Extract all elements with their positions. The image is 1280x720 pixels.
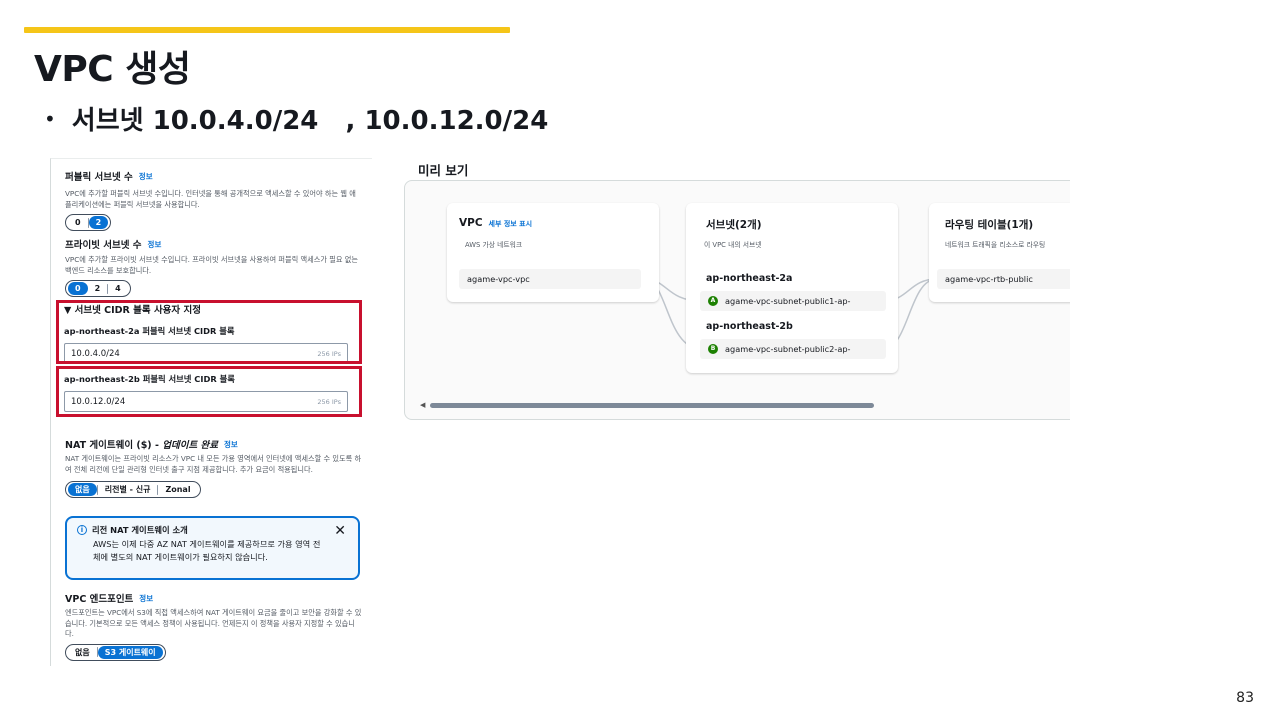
subnet-item-b: B agame-vpc-subnet-public2-ap- — [700, 339, 886, 359]
info-link[interactable]: 정보 — [148, 239, 162, 250]
route-table-item: agame-vpc-rtb-public — [937, 269, 1070, 289]
subnet-item-a: A agame-vpc-subnet-public1-ap- — [700, 291, 886, 311]
endpoint-option-s3[interactable]: S3 게이트웨이 — [97, 645, 163, 659]
endpoint-label: VPC 엔드포인트 — [65, 594, 134, 605]
subnet-name-b: agame-vpc-subnet-public2-ap- — [725, 344, 851, 354]
private-subnet-description: VPC에 추가할 프라이빗 서브넷 수입니다. 프라이빗 서브넷을 사용하여 퍼… — [65, 255, 358, 275]
info-link[interactable]: 정보 — [139, 593, 153, 604]
zone-a-badge: A — [708, 296, 718, 306]
route-tables-card: 라우팅 테이블(1개) 네트워크 트래픽을 리소스로 라우팅 agame-vpc… — [929, 203, 1070, 302]
az-label-2b: ap-northeast-2b — [706, 321, 793, 332]
route-tables-card-subtitle: 네트워크 트래픽을 리소스로 라우팅 — [945, 241, 1046, 249]
info-link[interactable]: 정보 — [139, 171, 153, 182]
vpc-endpoint-toggle[interactable]: 없음 S3 게이트웨이 — [65, 643, 166, 661]
vpc-settings-panel: 퍼블릭 서브넷 수 정보 VPC에 추가할 퍼블릭 서브넷 수입니다. 인터넷을 … — [50, 158, 372, 666]
route-tables-card-title: 라우팅 테이블(1개) — [945, 219, 1034, 231]
subnet-name-a: agame-vpc-subnet-public1-ap- — [725, 296, 851, 306]
alert-body: AWS는 이제 다중 AZ NAT 게이트웨이를 제공하므로 가용 영역 전체에… — [93, 539, 321, 562]
slide-title: VPC 생성 — [34, 49, 191, 90]
preview-panel: 미리 보기 VPC 세부 정보 표시 AWS 가상 네트워크 agame-vpc-… — [404, 150, 1070, 422]
alert-title: 리전 NAT 게이트웨이 소개 — [92, 525, 188, 535]
public-option-2[interactable]: 2 — [88, 216, 109, 229]
nat-gateway-toggle[interactable]: 없음 리전별 - 신규 Zonal — [65, 481, 201, 498]
slide-bullet: • 서브넷 10.0.4.0/24 , 10.0.12.0/24 — [44, 100, 548, 137]
private-option-0[interactable]: 0 — [68, 282, 88, 295]
zone-b-badge: B — [708, 344, 718, 354]
vpc-item: agame-vpc-vpc — [459, 269, 641, 289]
endpoint-option-none[interactable]: 없음 — [68, 646, 97, 659]
public-subnet-label: 퍼블릭 서브넷 수 — [65, 172, 133, 183]
private-subnet-section: 프라이빗 서브넷 수 정보 VPC에 추가할 프라이빗 서브넷 수입니다. 프라이… — [65, 237, 362, 297]
nat-gateway-section: NAT 게이트웨이 ($) - 업데이트 완료 정보 NAT 게이트웨이는 프라이… — [65, 437, 362, 498]
info-icon: i — [77, 525, 87, 535]
public-subnet-description: VPC에 추가할 퍼블릭 서브넷 수입니다. 인터넷을 통해 공개적으로 액세스… — [65, 189, 356, 209]
private-subnet-label: 프라이빗 서브넷 수 — [65, 240, 142, 251]
bullet-text: 서브넷 10.0.4.0/24 , 10.0.12.0/24 — [71, 106, 549, 136]
close-icon[interactable]: ✕ — [334, 523, 346, 539]
nat-label-status: 업데이트 완료 — [162, 440, 218, 451]
vpc-card-subtitle: AWS 가상 네트워크 — [465, 241, 523, 249]
highlight-box-2b — [56, 366, 362, 417]
nat-description: NAT 게이트웨이는 프라이빗 리소스가 VPC 내 모든 가용 영역에서 인터… — [65, 454, 362, 474]
preview-title: 미리 보기 — [418, 163, 469, 178]
nat-label: NAT 게이트웨이 ($) - 업데이트 완료 — [65, 437, 218, 451]
public-option-0[interactable]: 0 — [68, 216, 88, 229]
nat-option-regional[interactable]: 리전별 - 신규 — [98, 483, 158, 496]
vpc-details-link[interactable]: 세부 정보 표시 — [489, 219, 533, 229]
vpc-card: VPC 세부 정보 표시 AWS 가상 네트워크 agame-vpc-vpc — [447, 203, 659, 302]
public-subnet-section: 퍼블릭 서브넷 수 정보 VPC에 추가할 퍼블릭 서브넷 수입니다. 인터넷을 … — [65, 169, 362, 231]
info-link[interactable]: 정보 — [224, 439, 238, 450]
regional-nat-alert: i 리전 NAT 게이트웨이 소개 AWS는 이제 다중 AZ NAT 게이트웨이… — [65, 516, 360, 580]
subnets-card-title: 서브넷(2개) — [706, 219, 762, 231]
public-subnet-count-toggle[interactable]: 0 2 — [65, 214, 112, 231]
scroll-left-arrow[interactable]: ◀ — [420, 401, 425, 409]
private-option-2[interactable]: 2 — [88, 282, 108, 295]
title-accent-bar — [24, 27, 510, 33]
subnets-card-subtitle: 이 VPC 내의 서브넷 — [704, 241, 762, 249]
nat-label-text: NAT 게이트웨이 ($) - — [65, 440, 163, 451]
az-label-2a: ap-northeast-2a — [706, 273, 793, 284]
private-option-4[interactable]: 4 — [108, 282, 128, 295]
endpoint-description: 엔드포인트는 VPC에서 S3에 직접 액세스하여 NAT 게이트웨이 요금을 … — [65, 608, 362, 638]
vpc-endpoint-section: VPC 엔드포인트 정보 엔드포인트는 VPC에서 S3에 직접 액세스하여 NA… — [65, 591, 362, 661]
subnets-card: 서브넷(2개) 이 VPC 내의 서브넷 ap-northeast-2a A a… — [686, 203, 898, 373]
vpc-card-title: VPC — [459, 217, 483, 229]
page-number: 83 — [1236, 690, 1254, 706]
nat-option-zonal[interactable]: Zonal — [158, 483, 197, 496]
private-subnet-count-toggle[interactable]: 0 2 4 — [65, 280, 131, 297]
bullet-dot: • — [44, 106, 56, 131]
highlight-box-2a — [56, 300, 362, 364]
nat-option-none[interactable]: 없음 — [68, 483, 97, 496]
preview-canvas: VPC 세부 정보 표시 AWS 가상 네트워크 agame-vpc-vpc 서브… — [404, 180, 1070, 420]
horizontal-scrollbar-thumb[interactable] — [430, 403, 874, 408]
